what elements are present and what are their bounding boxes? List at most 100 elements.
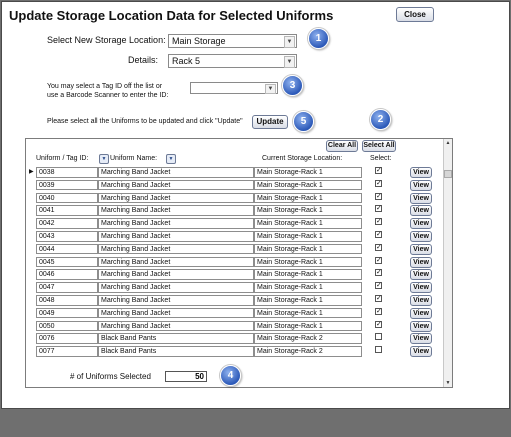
uniform-name-cell[interactable]: Marching Band Jacket bbox=[98, 243, 254, 255]
tag-id-cell[interactable]: 0047 bbox=[36, 282, 98, 293]
tag-id-cell[interactable]: 0039 bbox=[36, 179, 98, 191]
select-checkbox[interactable]: ✓ bbox=[375, 320, 382, 328]
storage-location-cell[interactable]: Main Storage-Rack 2 bbox=[254, 333, 362, 344]
table-row[interactable]: 0047 Marching Band Jacket Main Storage-Rac… bbox=[26, 281, 436, 294]
table-row[interactable]: 0043 Marching Band Jacket Main Storage-Rac… bbox=[26, 230, 436, 243]
storage-location-select[interactable]: Main Storage ▼ bbox=[168, 34, 297, 48]
table-row[interactable]: 0049 Marching Band Jacket Main Storage-Rac… bbox=[26, 307, 436, 320]
storage-location-cell[interactable]: Main Storage-Rack 1 bbox=[254, 256, 362, 268]
select-checkbox[interactable]: ✓ bbox=[375, 243, 382, 251]
chevron-down-icon[interactable]: ▼ bbox=[284, 36, 295, 48]
storage-location-cell[interactable]: Main Storage-Rack 1 bbox=[254, 231, 362, 242]
tag-id-cell[interactable]: 0041 bbox=[36, 205, 98, 216]
tag-id-cell[interactable]: 0076 bbox=[36, 333, 98, 344]
tag-id-cell[interactable]: 0038 bbox=[36, 167, 98, 178]
uniform-name-cell[interactable]: Marching Band Jacket bbox=[98, 179, 254, 191]
view-button[interactable]: View bbox=[410, 192, 432, 204]
storage-location-cell[interactable]: Main Storage-Rack 1 bbox=[254, 307, 362, 319]
uniform-name-cell[interactable]: Marching Band Jacket bbox=[98, 256, 254, 268]
select-checkbox[interactable]: ✓ bbox=[375, 205, 382, 213]
table-row[interactable]: 0046 Marching Band Jacket Main Storage-Rac… bbox=[26, 268, 436, 281]
storage-location-cell[interactable]: Main Storage-Rack 1 bbox=[254, 192, 362, 204]
tag-id-cell[interactable]: 0044 bbox=[36, 243, 98, 255]
storage-location-cell[interactable]: Main Storage-Rack 1 bbox=[254, 269, 362, 280]
tag-id-cell[interactable]: 0050 bbox=[36, 320, 98, 332]
uniform-name-cell[interactable]: Marching Band Jacket bbox=[98, 282, 254, 293]
select-checkbox[interactable]: ✓ bbox=[375, 231, 382, 238]
view-button[interactable]: View bbox=[410, 167, 432, 178]
select-checkbox[interactable]: ✓ bbox=[375, 192, 382, 200]
scroll-down-icon[interactable]: ▼ bbox=[444, 379, 452, 387]
select-checkbox[interactable]: ✓ bbox=[375, 307, 382, 315]
tag-id-select[interactable]: ▼ bbox=[190, 82, 278, 94]
table-row[interactable]: 0076 Black Band Pants Main Storage-Rack 2 V… bbox=[26, 332, 436, 345]
select-checkbox[interactable]: ✓ bbox=[375, 295, 382, 302]
tag-id-cell[interactable]: 0049 bbox=[36, 307, 98, 319]
uniform-name-cell[interactable]: Black Band Pants bbox=[98, 346, 254, 357]
view-button[interactable]: View bbox=[410, 269, 432, 281]
uniform-name-cell[interactable]: Marching Band Jacket bbox=[98, 320, 254, 332]
view-button[interactable]: View bbox=[410, 256, 432, 268]
storage-location-cell[interactable]: Main Storage-Rack 2 bbox=[254, 346, 362, 357]
uniform-name-cell[interactable]: Marching Band Jacket bbox=[98, 192, 254, 204]
storage-location-cell[interactable]: Main Storage-Rack 1 bbox=[254, 218, 362, 229]
storage-location-cell[interactable]: Main Storage-Rack 1 bbox=[254, 167, 362, 178]
view-button[interactable]: View bbox=[410, 179, 432, 191]
details-select[interactable]: Rack 5 ▼ bbox=[168, 54, 297, 68]
select-checkbox[interactable]: ✓ bbox=[375, 269, 382, 277]
select-checkbox[interactable]: ✓ bbox=[375, 256, 382, 264]
storage-location-cell[interactable]: Main Storage-Rack 1 bbox=[254, 205, 362, 216]
table-row[interactable]: ▶ 0038 Marching Band Jacket Main Storage-Ra… bbox=[26, 166, 436, 179]
sort-name-icon[interactable]: ▼ bbox=[166, 154, 176, 164]
table-row[interactable]: 0045 Marching Band Jacket Main Storage-Rac… bbox=[26, 256, 436, 269]
chevron-down-icon[interactable]: ▼ bbox=[265, 84, 276, 94]
storage-location-cell[interactable]: Main Storage-Rack 1 bbox=[254, 320, 362, 332]
table-row[interactable]: 0042 Marching Band Jacket Main Storage-Rac… bbox=[26, 217, 436, 230]
table-row[interactable]: 0040 Marching Band Jacket Main Storage-Rac… bbox=[26, 192, 436, 205]
view-button[interactable]: View bbox=[410, 320, 432, 332]
table-row[interactable]: 0050 Marching Band Jacket Main Storage-Rac… bbox=[26, 320, 436, 333]
view-button[interactable]: View bbox=[410, 205, 432, 217]
uniform-name-cell[interactable]: Black Band Pants bbox=[98, 333, 254, 344]
storage-location-cell[interactable]: Main Storage-Rack 1 bbox=[254, 243, 362, 255]
select-checkbox[interactable]: ✓ bbox=[375, 282, 382, 290]
storage-location-cell[interactable]: Main Storage-Rack 1 bbox=[254, 282, 362, 293]
storage-location-cell[interactable]: Main Storage-Rack 1 bbox=[254, 295, 362, 306]
view-button[interactable]: View bbox=[410, 307, 432, 319]
uniform-name-cell[interactable]: Marching Band Jacket bbox=[98, 231, 254, 242]
close-button[interactable]: Close bbox=[396, 7, 434, 22]
view-button[interactable]: View bbox=[410, 231, 432, 242]
vertical-scrollbar[interactable]: ▲ ▼ bbox=[443, 139, 452, 387]
tag-id-cell[interactable]: 0043 bbox=[36, 231, 98, 242]
uniform-name-cell[interactable]: Marching Band Jacket bbox=[98, 307, 254, 319]
select-checkbox[interactable]: ✓ bbox=[375, 218, 382, 226]
table-row[interactable]: 0039 Marching Band Jacket Main Storage-Rac… bbox=[26, 179, 436, 192]
select-checkbox[interactable] bbox=[375, 346, 382, 354]
uniform-name-cell[interactable]: Marching Band Jacket bbox=[98, 167, 254, 178]
chevron-down-icon[interactable]: ▼ bbox=[284, 56, 295, 68]
tag-id-cell[interactable]: 0042 bbox=[36, 218, 98, 229]
tag-id-cell[interactable]: 0040 bbox=[36, 192, 98, 204]
tag-id-cell[interactable]: 0045 bbox=[36, 256, 98, 268]
table-row[interactable]: 0044 Marching Band Jacket Main Storage-Rac… bbox=[26, 243, 436, 256]
view-button[interactable]: View bbox=[410, 295, 432, 306]
view-button[interactable]: View bbox=[410, 218, 432, 230]
clear-all-button[interactable]: Clear All bbox=[326, 140, 358, 152]
select-all-button[interactable]: Select All bbox=[362, 140, 396, 152]
scroll-thumb[interactable] bbox=[444, 170, 452, 178]
tag-id-cell[interactable]: 0046 bbox=[36, 269, 98, 280]
uniform-name-cell[interactable]: Marching Band Jacket bbox=[98, 218, 254, 229]
table-row[interactable]: 0048 Marching Band Jacket Main Storage-Rac… bbox=[26, 294, 436, 307]
storage-location-cell[interactable]: Main Storage-Rack 1 bbox=[254, 179, 362, 191]
table-row[interactable]: 0077 Black Band Pants Main Storage-Rack 2 V… bbox=[26, 345, 436, 358]
view-button[interactable]: View bbox=[410, 243, 432, 255]
select-checkbox[interactable]: ✓ bbox=[375, 167, 382, 174]
view-button[interactable]: View bbox=[410, 282, 432, 294]
select-checkbox[interactable]: ✓ bbox=[375, 179, 382, 187]
update-button[interactable]: Update bbox=[252, 115, 288, 129]
sort-tag-icon[interactable]: ▼ bbox=[99, 154, 109, 164]
view-button[interactable]: View bbox=[410, 346, 432, 358]
tag-id-cell[interactable]: 0048 bbox=[36, 295, 98, 306]
select-checkbox[interactable] bbox=[375, 333, 382, 341]
table-row[interactable]: 0041 Marching Band Jacket Main Storage-Rac… bbox=[26, 204, 436, 217]
